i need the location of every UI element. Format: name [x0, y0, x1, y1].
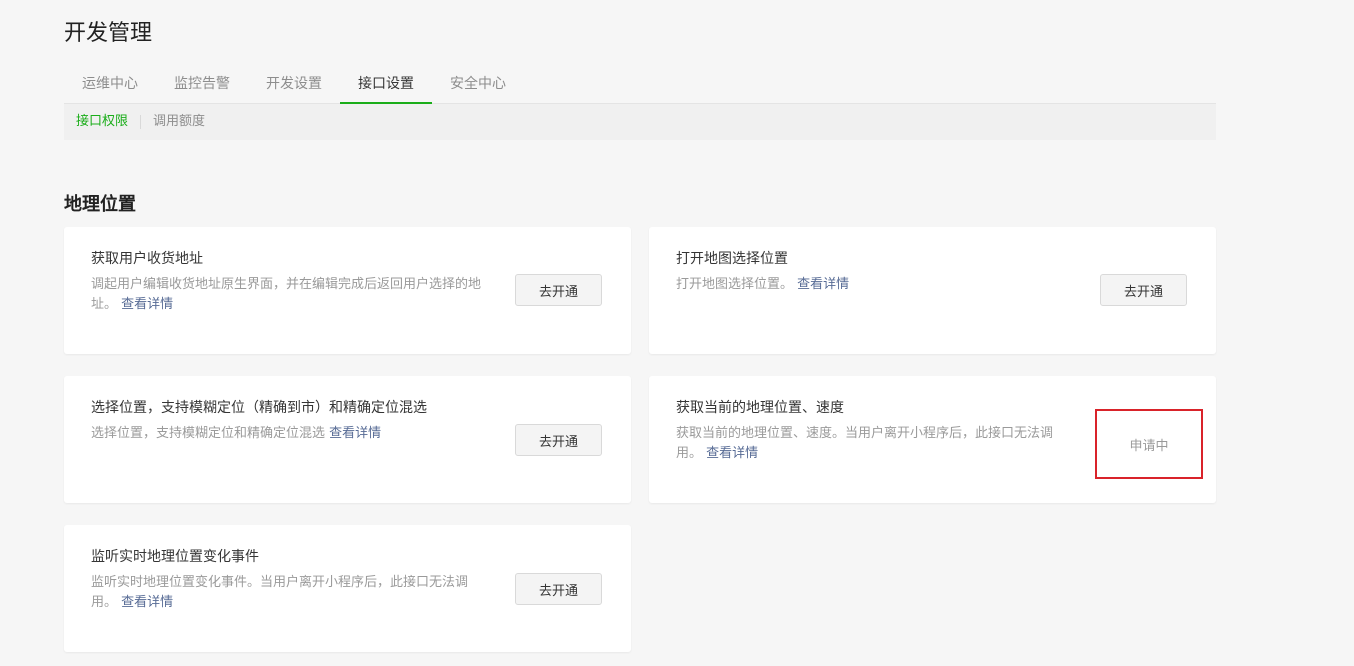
card-description: 打开地图选择位置。 查看详情	[676, 275, 1066, 295]
api-card-get-location: 获取当前的地理位置、速度 获取当前的地理位置、速度。当用户离开小程序后，此接口无…	[649, 376, 1216, 503]
view-details-link[interactable]: 查看详情	[706, 446, 758, 461]
card-title: 打开地图选择位置	[676, 251, 788, 267]
card-description: 监听实时地理位置变化事件。当用户离开小程序后，此接口无法调用。 查看详情	[91, 573, 481, 613]
subnav-call-quota[interactable]: 调用额度	[153, 114, 205, 130]
api-card-choose-location: 打开地图选择位置 打开地图选择位置。 查看详情 去开通	[649, 227, 1216, 354]
api-card-choose-fuzzy-location: 选择位置，支持模糊定位（精确到市）和精确定位混选 选择位置，支持模糊定位和精确定…	[64, 376, 631, 503]
card-title: 获取用户收货地址	[91, 251, 203, 267]
tab-monitoring-alerts[interactable]: 监控告警	[156, 66, 248, 104]
enable-button[interactable]: 去开通	[515, 573, 602, 605]
status-highlight-box: 申请中	[1095, 409, 1203, 479]
card-description: 获取当前的地理位置、速度。当用户离开小程序后，此接口无法调用。 查看详情	[676, 424, 1066, 464]
card-title: 选择位置，支持模糊定位（精确到市）和精确定位混选	[91, 400, 427, 416]
tab-security-center[interactable]: 安全中心	[432, 66, 524, 104]
page: 开发管理 运维中心 监控告警 开发设置 接口设置 安全中心 接口权限 调用额度 …	[0, 0, 1354, 666]
enable-button[interactable]: 去开通	[1100, 274, 1187, 306]
api-card-shipping-address: 获取用户收货地址 调起用户编辑收货地址原生界面，并在编辑完成后返回用户选择的地址…	[64, 227, 631, 354]
subnav-divider	[140, 115, 142, 129]
card-title: 监听实时地理位置变化事件	[91, 549, 259, 565]
status-badge: 申请中	[1129, 438, 1169, 454]
card-description: 选择位置，支持模糊定位和精确定位混选 查看详情	[91, 424, 481, 444]
view-details-link[interactable]: 查看详情	[121, 595, 173, 610]
page-title: 开发管理	[64, 21, 153, 46]
view-details-link[interactable]: 查看详情	[797, 277, 849, 292]
enable-button[interactable]: 去开通	[515, 424, 602, 456]
card-description-text: 打开地图选择位置。	[676, 277, 794, 292]
tab-dev-settings[interactable]: 开发设置	[248, 66, 340, 104]
subnav-api-permissions[interactable]: 接口权限	[76, 114, 128, 130]
api-card-location-change: 监听实时地理位置变化事件 监听实时地理位置变化事件。当用户离开小程序后，此接口无…	[64, 525, 631, 652]
tab-ops-center[interactable]: 运维中心	[64, 66, 156, 104]
tab-api-settings[interactable]: 接口设置	[340, 66, 432, 104]
tab-bar: 运维中心 监控告警 开发设置 接口设置 安全中心	[64, 66, 1216, 104]
enable-button[interactable]: 去开通	[515, 274, 602, 306]
subnav: 接口权限 调用额度	[64, 104, 1216, 140]
card-title: 获取当前的地理位置、速度	[676, 400, 844, 416]
card-description: 调起用户编辑收货地址原生界面，并在编辑完成后返回用户选择的地址。 查看详情	[91, 275, 481, 315]
section-title: 地理位置	[64, 194, 136, 215]
view-details-link[interactable]: 查看详情	[121, 297, 173, 312]
card-description-text: 选择位置，支持模糊定位和精确定位混选	[91, 426, 326, 441]
view-details-link[interactable]: 查看详情	[329, 426, 381, 441]
